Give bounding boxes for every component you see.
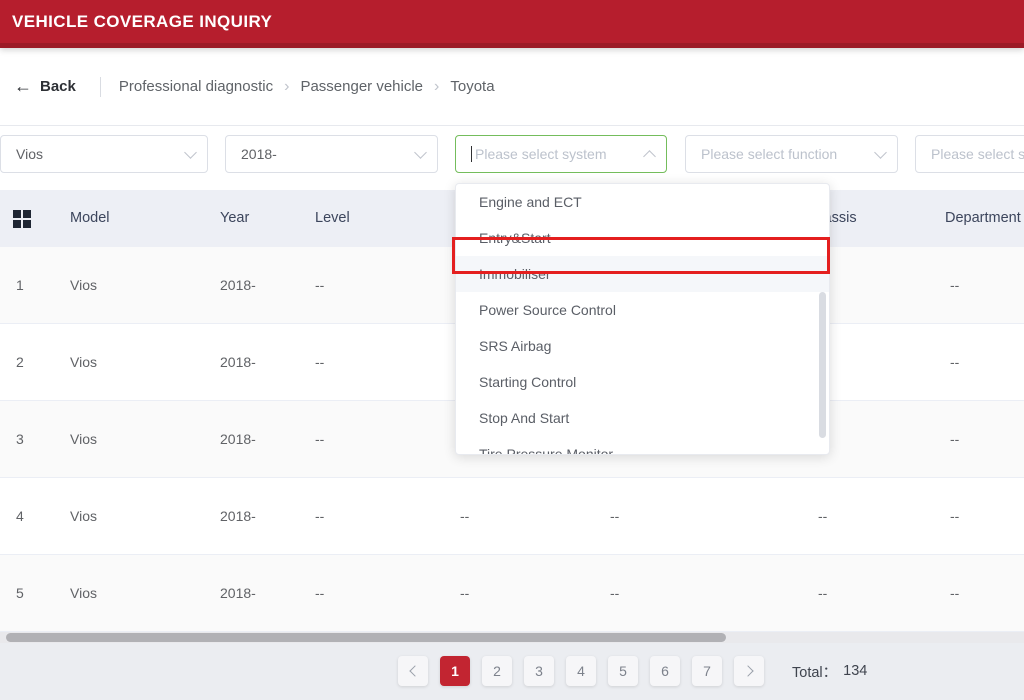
page-title: VEHICLE COVERAGE INQUIRY [12,0,272,43]
page-number-button[interactable]: 1 [440,656,470,686]
dropdown-option[interactable]: SRS Airbag [456,328,829,364]
cell-row-number: 2 [16,324,24,400]
dropdown-option[interactable]: Entry&Start [456,220,829,256]
cell-row-number: 3 [16,401,24,477]
cell-department: -- [950,555,959,631]
table-row[interactable]: 4 Vios 2018- -- -- -- -- -- [0,478,1024,555]
cell-year: 2018- [220,247,256,323]
breadcrumb-item-toyota[interactable]: Toyota [450,78,494,95]
cell-model: Vios [70,401,97,477]
system-select-placeholder: Please select system [475,146,607,162]
pagination: 1 2 3 4 5 6 7 Total： 134 [398,656,867,686]
cell-level: -- [315,247,324,323]
total-count: Total： 134 [792,661,867,682]
cell-occluded-1: -- [460,478,469,554]
cell-occluded-2: -- [610,478,619,554]
cell-model: Vios [70,247,97,323]
year-select[interactable]: 2018- [225,135,438,173]
system-dropdown-panel: Engine and ECT Entry&Start Immobiliser P… [455,183,830,455]
horizontal-scrollbar[interactable] [0,632,1024,643]
grid-view-icon[interactable] [13,210,31,228]
next-page-button[interactable] [734,656,764,686]
page-number-button[interactable]: 3 [524,656,554,686]
dropdown-option[interactable]: Power Source Control [456,292,829,328]
page-buttons: 1 2 3 4 5 6 7 [440,656,722,686]
cell-year: 2018- [220,324,256,400]
cell-model: Vios [70,478,97,554]
total-label: Total： [792,661,837,682]
cell-department: -- [950,247,959,323]
column-header-model: Model [70,190,110,247]
dropdown-option[interactable]: Stop And Start [456,400,829,436]
system-select[interactable]: Please select system [455,135,667,173]
column-header-level: Level [315,190,350,247]
cell-occluded-1: -- [460,555,469,631]
page-number-button[interactable]: 2 [482,656,512,686]
cell-year: 2018- [220,555,256,631]
footer-bar: 1 2 3 4 5 6 7 Total： 134 [0,643,1024,700]
cell-department: -- [950,401,959,477]
year-select-value: 2018- [241,146,277,162]
page-number-button[interactable]: 7 [692,656,722,686]
table-row[interactable]: 5 Vios 2018- -- -- -- -- -- [0,555,1024,632]
cell-level: -- [315,401,324,477]
chevron-down-icon [874,146,887,159]
cell-row-number: 5 [16,555,24,631]
chevron-down-icon [414,146,427,159]
back-arrow-icon: ← [14,76,32,97]
cell-level: -- [315,478,324,554]
cell-row-number: 4 [16,478,24,554]
column-header-year: Year [220,190,249,247]
dropdown-option[interactable]: Engine and ECT [456,184,829,220]
cell-model: Vios [70,555,97,631]
chevron-right-icon: › [434,78,439,96]
dropdown-option[interactable]: Immobiliser [456,256,829,292]
function-select[interactable]: Please select function [685,135,898,173]
software-select-placeholder: Please select s [931,146,1024,162]
cell-occluded-2: -- [610,555,619,631]
software-select[interactable]: Please select s [915,135,1024,173]
model-select-value: Vios [16,146,43,162]
column-header-department: Department [945,190,1021,247]
dropdown-option[interactable]: Starting Control [456,364,829,400]
cell-year: 2018- [220,478,256,554]
chevron-up-icon [643,150,656,163]
function-select-placeholder: Please select function [701,146,837,162]
dropdown-scrollbar-thumb[interactable] [819,292,826,438]
chevron-right-icon: › [284,78,289,96]
cell-department: -- [950,324,959,400]
cell-chassis: -- [818,478,827,554]
page-number-button[interactable]: 6 [650,656,680,686]
cell-level: -- [315,555,324,631]
cell-level: -- [315,324,324,400]
page-number-button[interactable]: 4 [566,656,596,686]
cell-year: 2018- [220,401,256,477]
total-value: 134 [843,663,867,679]
cell-chassis: -- [818,555,827,631]
previous-page-button[interactable] [398,656,428,686]
breadcrumb-item-professional-diagnostic[interactable]: Professional diagnostic [119,78,273,95]
model-select[interactable]: Vios [0,135,208,173]
chevron-down-icon [184,146,197,159]
cell-department: -- [950,478,959,554]
back-label: Back [40,78,76,95]
page-number-button[interactable]: 5 [608,656,638,686]
dropdown-option[interactable]: Tire Pressure Monitor [456,436,829,455]
chevron-right-icon [742,665,753,676]
back-button[interactable]: ← Back [14,76,76,97]
breadcrumb-item-passenger-vehicle[interactable]: Passenger vehicle [300,78,423,95]
divider [100,77,101,97]
system-dropdown-list: Engine and ECT Entry&Start Immobiliser P… [456,184,829,455]
breadcrumb-bar: ← Back Professional diagnostic › Passeng… [0,48,1024,126]
chevron-left-icon [409,665,420,676]
horizontal-scrollbar-thumb[interactable] [6,633,726,642]
breadcrumb: Professional diagnostic › Passenger vehi… [119,78,495,96]
cell-model: Vios [70,324,97,400]
cell-row-number: 1 [16,247,24,323]
text-caret [471,146,472,162]
app-header: VEHICLE COVERAGE INQUIRY [0,0,1024,48]
